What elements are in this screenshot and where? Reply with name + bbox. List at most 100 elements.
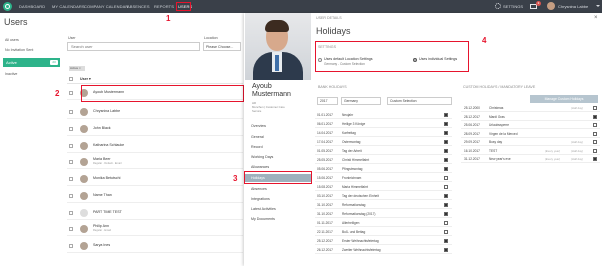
holiday-checkbox[interactable] [593, 148, 597, 153]
filter-no-invitation[interactable]: No Invitation Sent [5, 48, 33, 52]
user-name[interactable]: Chrysnina Labbe [93, 109, 120, 113]
user-name[interactable]: John Black [93, 126, 111, 130]
holiday-checkbox[interactable] [444, 149, 448, 153]
bank-holiday-row[interactable]: 25.12.2017 Erster Weihnachtsfeiertag [315, 237, 452, 245]
close-icon[interactable]: × [594, 15, 598, 21]
holiday-checkbox[interactable] [444, 230, 448, 234]
holiday-checkbox[interactable] [593, 114, 597, 119]
menu-integrations[interactable]: Integrations [251, 197, 270, 201]
custom-holiday-row[interactable]: 16.10.2017 TEST (Every year) (Half day) [461, 147, 600, 155]
year-select[interactable]: 2017 [317, 97, 338, 105]
user-name[interactable]: Philip Ann [93, 224, 109, 228]
table-row[interactable]: Katharina Schlauke [67, 139, 243, 153]
bank-holiday-row[interactable]: 31.10.2017 Reformationstag (2017) [315, 210, 452, 218]
menu-overview[interactable]: Overview [251, 124, 266, 128]
active-filter-chip[interactable]: Active × [69, 66, 85, 71]
row-checkbox[interactable] [69, 244, 73, 248]
app-logo-icon[interactable] [3, 2, 12, 11]
bank-holiday-row[interactable]: 03.10.2017 Tag der deutschen Einheit [315, 192, 452, 200]
select-all-checkbox[interactable] [69, 77, 73, 81]
menu-record[interactable]: Record [251, 145, 263, 149]
table-row[interactable]: John Black [67, 122, 243, 136]
menu-allowances[interactable]: Allowances [251, 165, 269, 169]
menu-general[interactable]: General [251, 135, 264, 139]
holiday-checkbox[interactable] [444, 203, 448, 207]
bank-holiday-row[interactable]: 25.05.2017 Christi Himmelfahrt [315, 156, 452, 164]
search-input[interactable] [67, 42, 200, 51]
bank-holiday-row[interactable]: 05.06.2017 Pfingstmontag [315, 165, 452, 173]
row-checkbox[interactable] [69, 177, 73, 181]
settings-link[interactable]: SETTINGS [503, 4, 523, 9]
row-checkbox[interactable] [69, 110, 73, 114]
bank-holiday-row[interactable]: 31.10.2017 Reformationstag [315, 201, 452, 209]
custom-holiday-row[interactable]: 29.09.2017 Busy day (Half day) [461, 138, 600, 146]
avatar[interactable] [547, 2, 555, 10]
bank-holiday-row[interactable]: 14.04.2017 Karfreitag [315, 129, 452, 137]
row-checkbox[interactable] [69, 160, 73, 164]
bank-holiday-row[interactable]: 26.12.2017 Zweiter Weihnachtsfeiertag [315, 246, 452, 254]
user-name[interactable]: Katharina Schlauke [93, 143, 124, 147]
menu-latest-activities[interactable]: Latest Activities [251, 207, 276, 211]
bank-holiday-row[interactable]: 22.11.2017 Buß- und Bettag [315, 228, 452, 236]
filter-active[interactable]: Active 23 [3, 58, 60, 67]
chevron-down-icon[interactable] [596, 5, 600, 7]
selection-select[interactable]: Custom Selection [387, 97, 452, 105]
menu-working-days[interactable]: Working Days [251, 155, 273, 159]
holiday-checkbox[interactable] [444, 158, 448, 162]
custom-holiday-row[interactable]: 25.06.2017 Urlaubssperre [461, 121, 600, 129]
user-name[interactable]: Sarya Ines [93, 243, 110, 247]
holiday-checkbox[interactable] [593, 140, 597, 144]
holiday-checkbox[interactable] [444, 131, 448, 135]
holiday-checkbox[interactable] [593, 123, 597, 127]
holiday-checkbox[interactable] [593, 106, 597, 110]
filter-inactive[interactable]: Inactive [5, 72, 17, 76]
table-row[interactable]: Philip Ann Regular · Email [67, 222, 243, 236]
bank-holiday-row[interactable]: 17.04.2017 Ostermontag [315, 138, 452, 146]
filter-all-users[interactable]: All users [5, 38, 19, 42]
row-checkbox[interactable] [69, 91, 73, 95]
country-select[interactable]: Germany [341, 97, 381, 105]
holiday-checkbox[interactable] [593, 131, 597, 136]
nav-absences[interactable]: ABSENCES [127, 4, 150, 9]
individual-settings-radio[interactable] [413, 58, 417, 62]
nav-company-calendar[interactable]: COMPANY CALENDAR [84, 4, 128, 9]
location-select[interactable]: Please Choose... [203, 42, 241, 51]
bank-holiday-row[interactable]: 01.01.2017 Neujahr [315, 111, 452, 119]
table-row[interactable]: PART TIME TEST [67, 206, 243, 220]
holiday-checkbox[interactable] [444, 239, 448, 243]
holiday-checkbox[interactable] [444, 122, 448, 126]
row-checkbox[interactable] [69, 227, 73, 231]
bank-holiday-row[interactable]: 15.06.2017 Fronleichnam [315, 174, 452, 182]
current-user-name[interactable]: Chrysnina Labbe [558, 4, 588, 9]
row-checkbox[interactable] [69, 127, 73, 131]
table-row[interactable]: Sarya Ines [67, 239, 243, 253]
manage-custom-holidays-button[interactable]: Manage Custom Holidays [530, 95, 598, 103]
bank-holiday-row[interactable]: 06.01.2017 Heilige 3 Könige [315, 120, 452, 128]
custom-holiday-row[interactable]: 25.12.2000 Christmas (Half day) [461, 104, 600, 112]
holiday-checkbox[interactable] [444, 167, 448, 171]
menu-my-documents[interactable]: My Documents [251, 217, 275, 221]
holiday-checkbox[interactable] [444, 185, 448, 189]
bank-holiday-row[interactable]: 15.08.2017 Maria Himmelfahrt [315, 183, 452, 191]
table-row[interactable]: Chrysnina Labbe [67, 105, 243, 119]
bank-holiday-row[interactable]: 01.05.2017 Tag der Arbeit [315, 147, 452, 155]
user-name[interactable]: Name Than [93, 193, 112, 197]
nav-dashboard[interactable]: DASHBOARD [19, 4, 45, 9]
custom-holiday-row[interactable]: 28.09.2017 Virgen de la Merced [461, 130, 600, 138]
holiday-checkbox[interactable] [593, 157, 597, 161]
row-checkbox[interactable] [69, 211, 73, 215]
user-name[interactable]: Maria Beer [93, 157, 111, 161]
user-name[interactable]: PART TIME TEST [93, 210, 122, 214]
default-location-label[interactable]: Uses default Location Settings [324, 57, 373, 61]
table-row[interactable]: Maria Beer Regular · Default · Email [67, 155, 243, 169]
table-row[interactable]: Name Than [67, 189, 243, 203]
holiday-checkbox[interactable] [444, 221, 448, 225]
custom-holiday-row[interactable]: 28.12.2017 Mardi Gras [461, 113, 600, 121]
individual-settings-label[interactable]: Uses individual Settings [419, 57, 457, 61]
menu-absences[interactable]: Absences [251, 187, 267, 191]
holiday-checkbox[interactable] [444, 212, 448, 216]
holiday-checkbox[interactable] [444, 113, 448, 117]
row-checkbox[interactable] [69, 194, 73, 198]
holiday-checkbox[interactable] [444, 248, 448, 252]
gear-icon[interactable] [495, 3, 501, 9]
